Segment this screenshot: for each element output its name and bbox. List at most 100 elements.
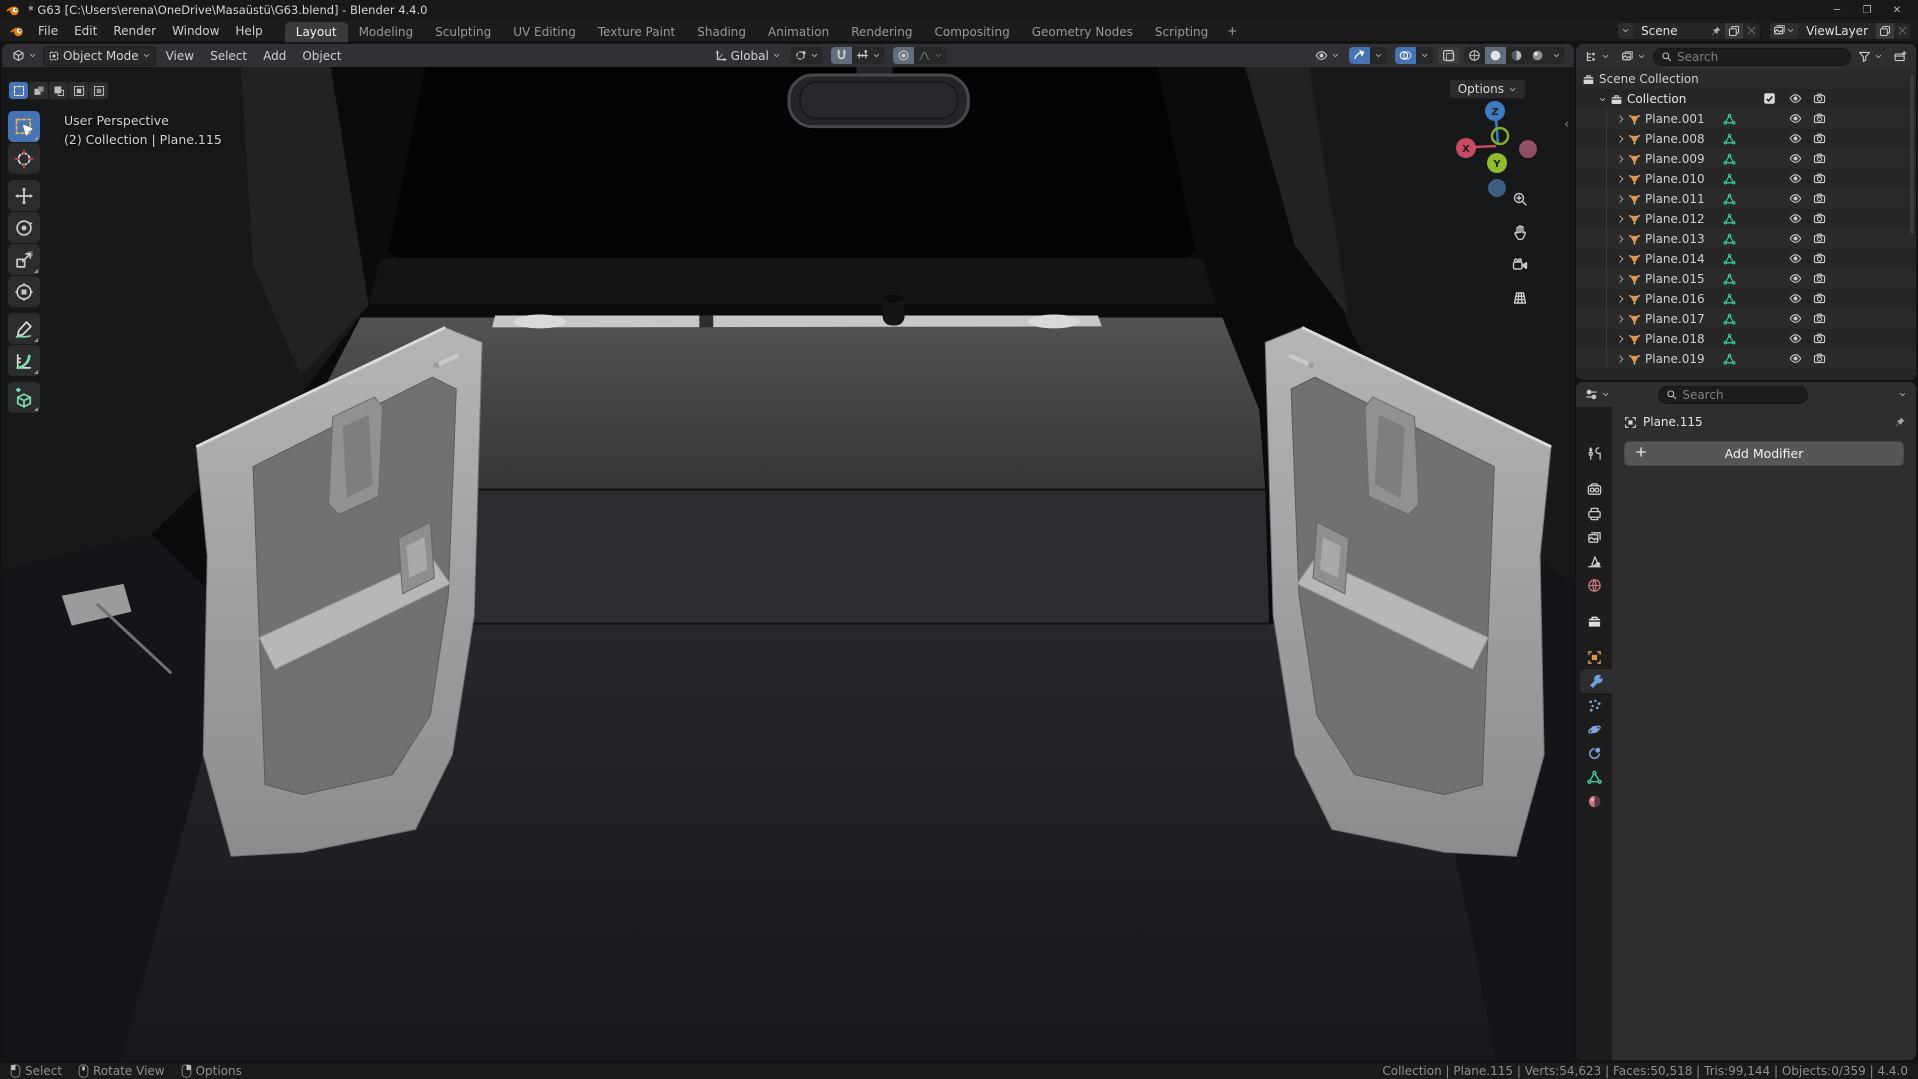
workspace-tab-geometry-nodes[interactable]: Geometry Nodes: [1021, 22, 1144, 42]
hide-eye-icon[interactable]: [1789, 132, 1802, 145]
shading-wireframe-button[interactable]: [1464, 47, 1485, 64]
collection-checkbox[interactable]: [1763, 92, 1776, 105]
blender-menu-icon[interactable]: [10, 24, 24, 38]
outliner-row-plane-015[interactable]: Plane.015: [1576, 269, 1916, 289]
object-name-label[interactable]: Plane.014: [1645, 252, 1705, 266]
properties-tab-render[interactable]: [1576, 477, 1612, 501]
object-name-label[interactable]: Plane.001: [1645, 112, 1705, 126]
hide-eye-icon[interactable]: [1789, 232, 1802, 245]
render-visibility-camera-icon[interactable]: [1813, 312, 1826, 325]
outliner-row-plane-012[interactable]: Plane.012: [1576, 209, 1916, 229]
render-visibility-camera-icon[interactable]: [1813, 112, 1826, 125]
outliner-row-plane-010[interactable]: Plane.010: [1576, 169, 1916, 189]
render-visibility-camera-icon[interactable]: [1813, 252, 1826, 265]
shading-solid-button[interactable]: [1485, 47, 1506, 64]
outliner-row-plane-008[interactable]: Plane.008: [1576, 129, 1916, 149]
outliner-scrollbar[interactable]: [1910, 74, 1914, 234]
render-visibility-camera-icon[interactable]: [1813, 172, 1826, 185]
outliner-row-scene-collection[interactable]: Scene Collection: [1576, 69, 1916, 89]
render-visibility-camera-icon[interactable]: [1813, 92, 1826, 105]
expand-chevron-right-icon[interactable]: [1616, 294, 1626, 304]
workspace-tab-uv-editing[interactable]: UV Editing: [502, 22, 587, 42]
viewport-menu-select[interactable]: Select: [202, 47, 255, 65]
outliner-row-plane-011[interactable]: Plane.011: [1576, 189, 1916, 209]
outliner-search[interactable]: [1653, 47, 1851, 66]
properties-tab-modifiers[interactable]: [1580, 669, 1612, 693]
object-name-label[interactable]: Plane.010: [1645, 172, 1705, 186]
workspace-tab-modeling[interactable]: Modeling: [348, 22, 425, 42]
properties-tab-object-data[interactable]: [1576, 765, 1612, 789]
tool-transform-button[interactable]: [8, 276, 40, 307]
viewport-menu-add[interactable]: Add: [255, 47, 294, 65]
properties-tab-tool[interactable]: [1576, 441, 1612, 465]
object-name-label[interactable]: Plane.013: [1645, 232, 1705, 246]
hide-eye-icon[interactable]: [1789, 92, 1802, 105]
scene-name[interactable]: Scene: [1633, 24, 1707, 38]
snap-target-dropdown[interactable]: [790, 47, 823, 64]
new-viewlayer-button[interactable]: [1876, 22, 1894, 39]
expand-chevron-right-icon[interactable]: [1616, 254, 1626, 264]
proportional-editing-toggle[interactable]: [892, 47, 914, 64]
expand-chevron-right-icon[interactable]: [1616, 114, 1626, 124]
properties-tab-constraints[interactable]: [1576, 741, 1612, 765]
expand-chevron-right-icon[interactable]: [1616, 174, 1626, 184]
hide-eye-icon[interactable]: [1789, 332, 1802, 345]
render-visibility-camera-icon[interactable]: [1813, 152, 1826, 165]
outliner-display-mode-dropdown[interactable]: [1581, 48, 1614, 65]
expand-chevron-right-icon[interactable]: [1616, 134, 1626, 144]
select-mode-invert-button[interactable]: [69, 82, 88, 99]
outliner-row-plane-018[interactable]: Plane.018: [1576, 329, 1916, 349]
show-overlays-toggle[interactable]: [1395, 47, 1416, 64]
viewport-menu-view[interactable]: View: [158, 47, 202, 65]
shading-dropdown[interactable]: [1548, 49, 1565, 62]
mode-dropdown[interactable]: Object Mode: [43, 45, 156, 66]
pin-id-icon[interactable]: [1894, 416, 1906, 428]
expand-chevron-right-icon[interactable]: [1616, 314, 1626, 324]
hide-eye-icon[interactable]: [1789, 352, 1802, 365]
hide-eye-icon[interactable]: [1789, 252, 1802, 265]
tool-move-button[interactable]: [8, 180, 40, 211]
workspace-tab-scripting[interactable]: Scripting: [1144, 22, 1219, 42]
new-scene-button[interactable]: [1725, 22, 1744, 39]
expand-chevron-right-icon[interactable]: [1616, 334, 1626, 344]
outliner-row-plane-013[interactable]: Plane.013: [1576, 229, 1916, 249]
properties-tab-particles[interactable]: [1576, 693, 1612, 717]
render-visibility-camera-icon[interactable]: [1813, 212, 1826, 225]
object-name-label[interactable]: Plane.008: [1645, 132, 1705, 146]
render-visibility-camera-icon[interactable]: [1813, 292, 1826, 305]
shading-material-button[interactable]: [1506, 47, 1527, 64]
workspace-tab-shading[interactable]: Shading: [686, 22, 757, 42]
properties-tab-material[interactable]: [1576, 789, 1612, 813]
render-visibility-camera-icon[interactable]: [1813, 332, 1826, 345]
tool-measure-button[interactable]: [8, 345, 40, 376]
camera-view-icon[interactable]: [1508, 253, 1532, 277]
object-name-label[interactable]: Plane.019: [1645, 352, 1705, 366]
outliner-row-plane-001[interactable]: Plane.001: [1576, 109, 1916, 129]
editor-type-button[interactable]: [8, 47, 41, 64]
hide-eye-icon[interactable]: [1789, 212, 1802, 225]
object-name-label[interactable]: Plane.011: [1645, 192, 1705, 206]
workspace-tab-animation[interactable]: Animation: [757, 22, 840, 42]
hide-eye-icon[interactable]: [1789, 152, 1802, 165]
properties-search-input[interactable]: [1682, 387, 1801, 402]
visibility-dropdown[interactable]: [1311, 47, 1344, 64]
object-name-label[interactable]: Plane.017: [1645, 312, 1705, 326]
menu-edit[interactable]: Edit: [66, 22, 105, 40]
hide-eye-icon[interactable]: [1789, 112, 1802, 125]
hide-eye-icon[interactable]: [1789, 272, 1802, 285]
maximize-button[interactable]: ❐: [1852, 0, 1882, 20]
hide-eye-icon[interactable]: [1789, 192, 1802, 205]
scene-browse-icon[interactable]: [1618, 22, 1634, 39]
outliner-row-plane-019[interactable]: Plane.019: [1576, 349, 1916, 369]
xray-toggle[interactable]: [1438, 47, 1459, 64]
ortho-grid-icon[interactable]: [1508, 286, 1532, 310]
remove-viewlayer-button[interactable]: [1894, 23, 1911, 39]
properties-tab-collection[interactable]: [1576, 609, 1612, 633]
breadcrumb-object-name[interactable]: Plane.115: [1643, 415, 1703, 429]
show-gizmo-toggle[interactable]: [1349, 47, 1370, 64]
workspace-tab-compositing[interactable]: Compositing: [923, 22, 1020, 42]
new-collection-button[interactable]: [1890, 48, 1911, 65]
add-modifier-button[interactable]: Add Modifier: [1624, 441, 1904, 466]
menu-render[interactable]: Render: [105, 22, 164, 40]
outliner-editor-type-button[interactable]: [1617, 48, 1650, 65]
